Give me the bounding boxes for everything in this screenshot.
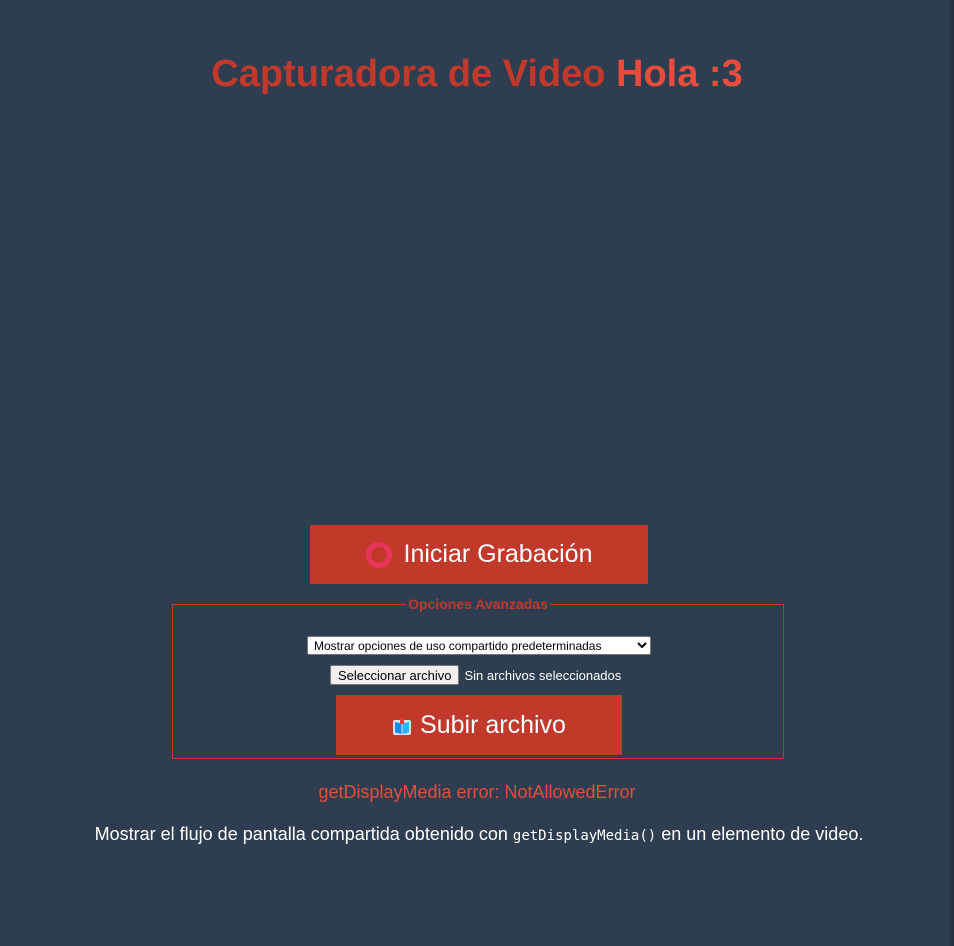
upload-file-button[interactable]: Subir archivo: [336, 695, 622, 755]
start-recording-button[interactable]: Iniciar Grabación: [310, 525, 648, 584]
record-circle-icon: [365, 541, 392, 568]
choose-file-button[interactable]: Seleccionar archivo: [330, 665, 460, 685]
book-icon: [392, 715, 412, 735]
advanced-options-panel: Opciones Avanzadas Mostrar opciones de u…: [172, 596, 784, 759]
share-options-select[interactable]: Mostrar opciones de uso compartido prede…: [307, 636, 651, 655]
description-after: en un elemento de video.: [656, 824, 864, 844]
file-input: Seleccionar archivo Sin archivos selecci…: [330, 665, 621, 685]
description-before: Mostrar el flujo de pantalla compartida …: [94, 824, 513, 844]
code-snippet: getDisplayMedia(): [512, 828, 657, 844]
advanced-options-legend: Opciones Avanzadas: [408, 596, 548, 612]
error-message: getDisplayMedia error: NotAllowedError: [318, 782, 636, 802]
start-recording-label: Iniciar Grabación: [403, 540, 593, 568]
file-status: Sin archivos seleccionados: [464, 667, 622, 683]
video-preview: [175, 115, 779, 510]
scrollbar-edge: [946, 0, 954, 946]
title-main: Capturadora de Video: [211, 53, 606, 95]
title-greeting: Hola :3: [616, 53, 743, 95]
page-title: Capturadora de Video Hola :3: [0, 50, 954, 98]
description-text: Mostrar el flujo de pantalla compartida …: [90, 822, 868, 848]
upload-file-label: Subir archivo: [420, 710, 566, 739]
